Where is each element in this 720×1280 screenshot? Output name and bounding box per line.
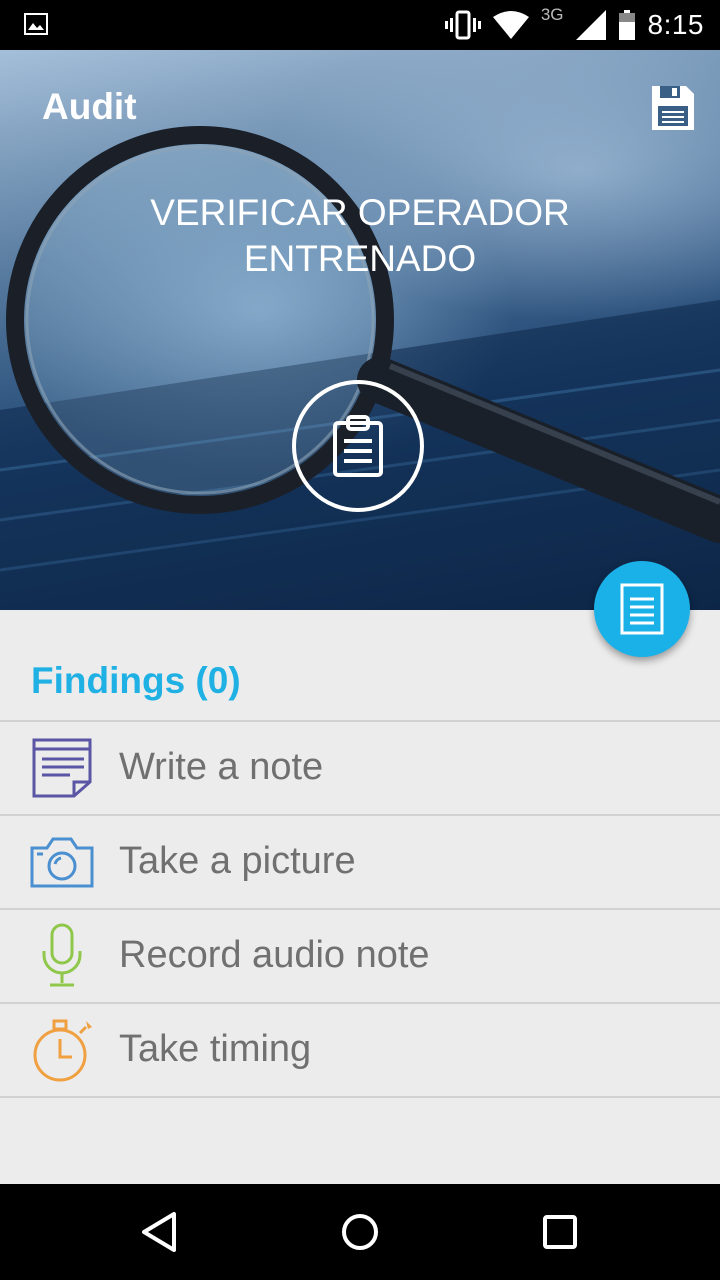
status-bar: 3G 8:15 [0,0,720,50]
microphone-icon [42,923,82,987]
magnifying-glass-background [0,126,720,610]
app-title: Audit [42,86,137,127]
record-audio-label: Record audio note [119,934,430,976]
findings-header: Findings (0) [31,660,241,701]
network-type: 3G [540,5,564,24]
divider [0,1096,720,1098]
note-icon [32,738,92,798]
write-note-label: Write a note [119,746,324,788]
clipboard-icon [333,415,383,477]
back-icon[interactable] [138,1210,182,1254]
home-icon[interactable] [338,1210,382,1254]
battery-icon [618,10,635,40]
signal-icon [575,10,606,40]
hero-header: Audit VERIFICAR OPERADOR ENTRENADO [0,50,720,610]
document-fab-button[interactable] [594,561,690,657]
document-icon [620,583,664,635]
write-note-item[interactable]: Write a note [0,722,720,814]
take-picture-label: Take a picture [119,840,356,882]
wifi-icon [492,11,529,39]
navigation-bar [0,1184,720,1280]
take-timing-item[interactable]: Take timing [0,1004,720,1096]
recents-icon[interactable] [538,1210,582,1254]
record-audio-item[interactable]: Record audio note [0,910,720,1002]
image-notification-icon [24,13,48,35]
vibrate-icon [444,10,481,40]
checklist-badge [292,380,424,512]
take-timing-label: Take timing [119,1028,312,1070]
audit-item-title: VERIFICAR OPERADOR ENTRENADO [150,192,570,279]
camera-icon [30,837,94,888]
status-time: 8:15 [647,9,704,40]
take-picture-item[interactable]: Take a picture [0,816,720,908]
save-icon[interactable] [648,84,696,132]
findings-action-list: Write a note Take a picture Record audio… [0,720,720,1098]
stopwatch-icon [33,1019,92,1082]
